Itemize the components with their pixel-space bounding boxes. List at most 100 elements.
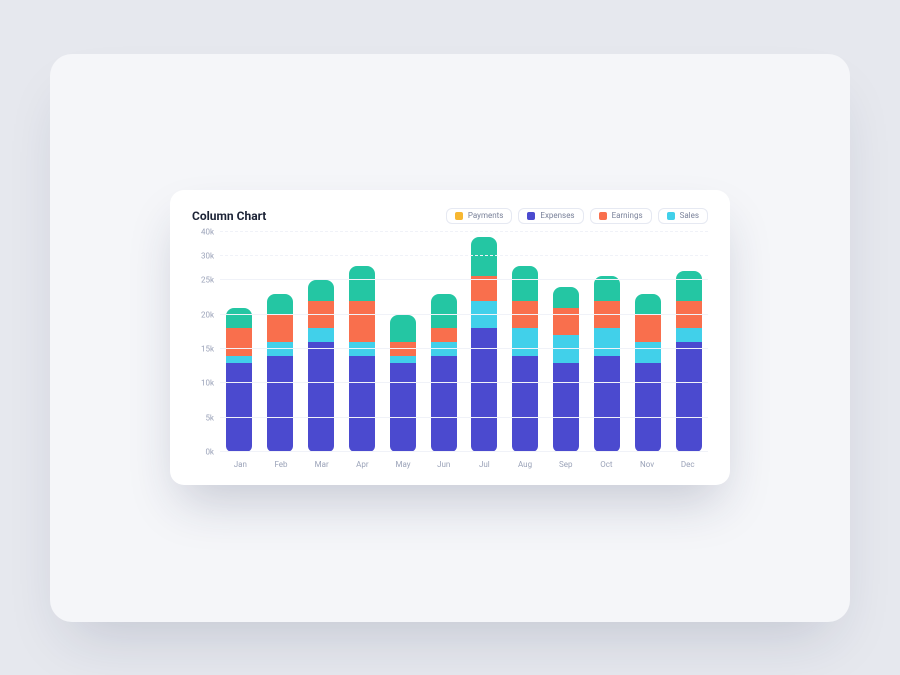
bar-dec[interactable] [669,271,708,452]
bar-stack-feb [267,294,293,452]
bar-nov[interactable] [628,294,667,452]
segment-sales-jan [226,356,252,363]
segment-sales-nov [635,342,661,363]
legend-swatch-expenses [527,212,535,220]
segment-top-jan [226,308,252,329]
segment-top-mar [308,280,334,301]
y-tick-label-20: 20k [201,310,220,319]
y-tick-label-15: 15k [201,345,220,354]
x-tick-label-nov: Nov [627,460,668,469]
bars-container [220,232,708,452]
gridline-20: 20k [220,314,708,315]
bar-stack-apr [349,266,375,452]
segment-sales-apr [349,342,375,356]
x-tick-label-feb: Feb [261,460,302,469]
segment-expenses-sep [553,363,579,452]
bar-stack-dec [676,271,702,452]
segment-earnings-may [390,342,416,356]
segment-expenses-may [390,363,416,452]
bar-stack-jul [471,237,497,452]
segment-top-may [390,315,416,342]
segment-earnings-sep [553,308,579,335]
backdrop-panel: Column Chart Payments Expenses Earnings Sal… [50,54,850,622]
segment-expenses-nov [635,363,661,452]
gridline-5: 5k [220,417,708,418]
chart-title: Column Chart [192,209,266,223]
bar-jan[interactable] [220,308,259,452]
segment-earnings-mar [308,301,334,328]
bar-jun[interactable] [424,294,463,452]
bar-feb[interactable] [261,294,300,452]
segment-expenses-jun [431,356,457,452]
segment-expenses-apr [349,356,375,452]
legend-label-sales: Sales [680,212,699,220]
y-tick-label-30: 30k [201,252,220,261]
bar-stack-jan [226,308,252,452]
legend-expenses[interactable]: Expenses [518,208,583,224]
legend-sales[interactable]: Sales [658,208,708,224]
segment-top-jun [431,294,457,328]
segment-expenses-jul [471,328,497,452]
chart-header: Column Chart Payments Expenses Earnings Sal… [192,208,708,224]
bar-stack-may [390,315,416,452]
chart-card: Column Chart Payments Expenses Earnings Sal… [170,190,730,485]
segment-expenses-mar [308,342,334,452]
bar-sep[interactable] [547,287,586,452]
bar-mar[interactable] [302,280,341,452]
bar-stack-mar [308,280,334,452]
x-tick-label-jan: Jan [220,460,261,469]
x-tick-label-jun: Jun [423,460,464,469]
bar-aug[interactable] [506,266,545,452]
segment-top-apr [349,266,375,301]
legend-earnings[interactable]: Earnings [590,208,652,224]
legend-swatch-sales [667,212,675,220]
bar-stack-sep [553,287,579,452]
gridline-10: 10k [220,382,708,383]
segment-sales-aug [512,328,538,355]
bar-oct[interactable] [587,276,626,452]
legend-swatch-earnings [599,212,607,220]
segment-top-jul [471,237,497,276]
segment-sales-mar [308,328,334,342]
segment-earnings-apr [349,301,375,342]
page-root: Column Chart Payments Expenses Earnings Sal… [0,0,900,675]
y-tick-label-25: 25k [201,276,220,285]
y-tick-label-0: 0k [205,448,220,457]
x-tick-label-dec: Dec [667,460,708,469]
segment-sales-oct [594,328,620,355]
y-tick-label-5: 5k [205,413,220,422]
segment-expenses-dec [676,342,702,452]
bar-may[interactable] [383,315,422,452]
x-tick-label-sep: Sep [545,460,586,469]
segment-expenses-oct [594,356,620,452]
bar-apr[interactable] [342,266,381,452]
segment-top-feb [267,294,293,315]
x-axis-labels: JanFebMarAprMayJunJulAugSepOctNovDec [220,460,708,469]
y-tick-label-10: 10k [201,379,220,388]
y-tick-label-40: 40k [201,228,220,237]
segment-earnings-nov [635,315,661,342]
segment-top-nov [635,294,661,315]
legend-label-payments: Payments [468,212,504,220]
segment-expenses-jan [226,363,252,452]
gridline-25: 25k [220,279,708,280]
bar-stack-jun [431,294,457,452]
segment-sales-sep [553,335,579,362]
segment-expenses-feb [267,356,293,452]
legend-payments[interactable]: Payments [446,208,513,224]
x-tick-label-oct: Oct [586,460,627,469]
segment-sales-jun [431,342,457,356]
bar-stack-oct [594,276,620,452]
x-tick-label-jul: Jul [464,460,505,469]
segment-earnings-jan [226,328,252,355]
segment-top-dec [676,271,702,301]
x-tick-label-may: May [383,460,424,469]
legend-label-expenses: Expenses [540,212,574,220]
bar-stack-nov [635,294,661,452]
chart-plot-area: 0k5k10k15k20k25k30k40k [220,232,708,452]
bar-jul[interactable] [465,237,504,452]
gridline-30: 30k [220,255,708,256]
segment-sales-may [390,356,416,363]
legend-label-earnings: Earnings [612,212,643,220]
segment-earnings-dec [676,301,702,328]
